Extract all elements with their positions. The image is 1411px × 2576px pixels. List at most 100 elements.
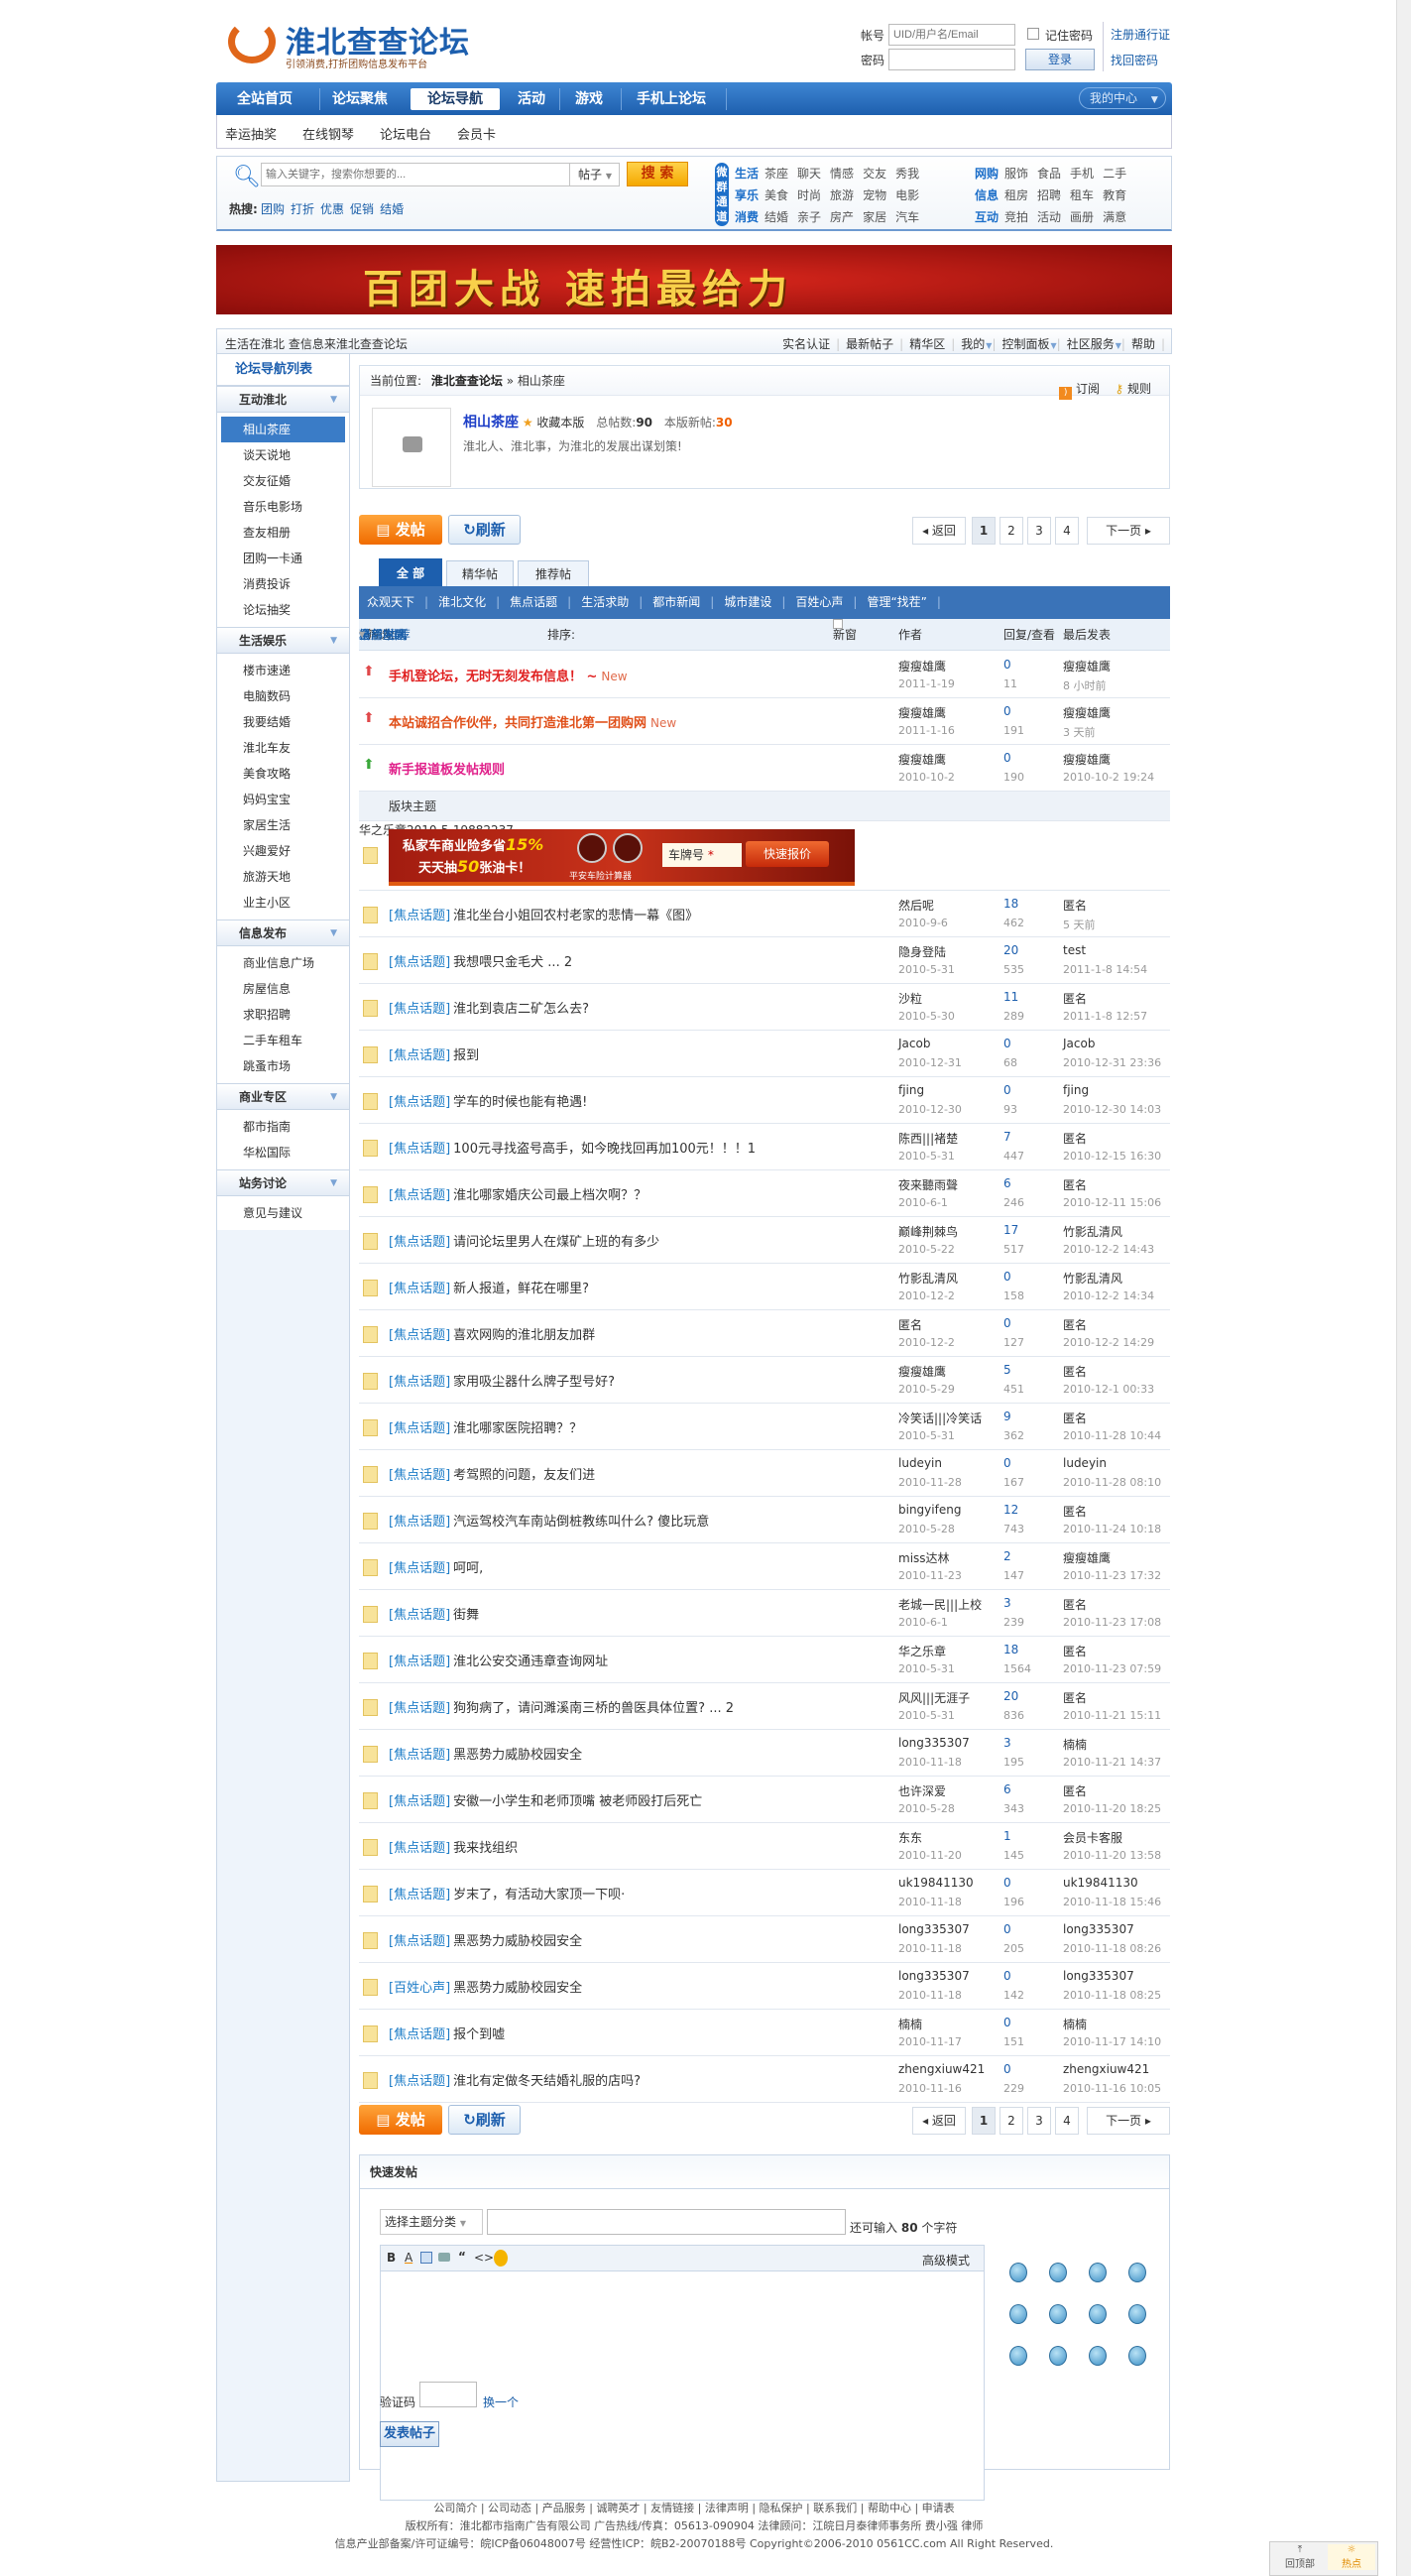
subnav-lottery[interactable]: 幸运抽奖 <box>225 124 277 143</box>
author[interactable]: Jacob <box>898 1037 930 1050</box>
last-poster[interactable]: 匿名 <box>1063 1176 1087 1193</box>
thread-title-link[interactable]: 我来找组织 <box>453 1841 518 1856</box>
sidebar-item[interactable]: 团购一卡通 <box>221 546 345 571</box>
tab-recommended[interactable]: 推荐帖 <box>518 560 589 586</box>
sidebar-item[interactable]: 兴趣爱好 <box>221 838 345 864</box>
info-link[interactable]: 控制面板 <box>1002 337 1050 351</box>
search-button[interactable]: 搜 索 <box>627 162 688 186</box>
category-select[interactable]: 选择主题分类 ▼ <box>380 2209 483 2235</box>
footer-link[interactable]: 产品服务 <box>542 2502 586 2515</box>
last-poster[interactable]: 匿名 <box>1063 1643 1087 1659</box>
submit-post-button[interactable]: 发表帖子 <box>380 2421 439 2447</box>
channel-link[interactable]: 家居 <box>863 210 886 224</box>
sidebar-item[interactable]: 我要结婚 <box>221 709 345 735</box>
last-poster[interactable]: 匿名 <box>1063 1782 1087 1799</box>
last-poster[interactable]: 匿名 <box>1063 1316 1087 1333</box>
smiley-icon[interactable] <box>1049 2304 1067 2324</box>
channel-link[interactable]: 满意 <box>1103 210 1126 224</box>
footer-link[interactable]: 申请表 <box>922 2502 955 2515</box>
channel-head[interactable]: 消费 <box>735 210 759 224</box>
thread-category-tag[interactable]: [焦点话题] <box>389 1095 450 1110</box>
last-poster[interactable]: 瘦瘦雄鹰 <box>1063 1549 1111 1566</box>
subnav-radio[interactable]: 论坛电台 <box>380 124 431 143</box>
last-poster[interactable]: 匿名 <box>1063 1130 1087 1147</box>
author[interactable]: 瘦瘦雄鹰 <box>898 751 946 768</box>
channel-link[interactable]: 竞拍 <box>1004 210 1028 224</box>
thread-category-tag[interactable]: [焦点话题] <box>389 2027 450 2042</box>
thread-title-link[interactable]: 淮北坐台小姐回农村老家的悲情一幕《图》 <box>453 909 698 923</box>
hot-search-link[interactable]: 结婚 <box>380 202 404 216</box>
author[interactable]: uk19841130 <box>898 1876 974 1890</box>
rules-link[interactable]: ⚷ 规则 <box>1115 374 1151 404</box>
thread-title-link[interactable]: 呵呵, <box>453 1561 483 1576</box>
smiley-icon[interactable] <box>1009 2346 1027 2366</box>
sidebar-item[interactable]: 查友相册 <box>221 520 345 546</box>
thread-category-tag[interactable]: [焦点话题] <box>389 1048 450 1063</box>
channel-head[interactable]: 享乐 <box>735 188 759 202</box>
last-poster[interactable]: 楠楠 <box>1063 2016 1087 2032</box>
channel-link[interactable]: 招聘 <box>1037 188 1061 202</box>
last-poster[interactable]: fjing <box>1063 1083 1089 1097</box>
author[interactable]: 夜来聽雨聲 <box>898 1176 958 1193</box>
author[interactable]: 沙粒 <box>898 990 922 1007</box>
captcha-input[interactable] <box>419 2382 477 2407</box>
thread-category-tag[interactable]: [焦点话题] <box>389 1608 450 1623</box>
thread-title-link[interactable]: 新人报道，鲜花在哪里? <box>453 1282 589 1296</box>
thread-title-link[interactable]: 淮北有定做冬天结婚礼服的店吗? <box>453 2074 641 2089</box>
nav-forum-guide[interactable]: 论坛导航 <box>411 88 500 110</box>
last-poster[interactable]: 匿名 <box>1063 1503 1087 1520</box>
channel-link[interactable]: 聊天 <box>797 167 821 181</box>
channel-link[interactable]: 食品 <box>1037 167 1061 181</box>
nav-home[interactable]: 全站首页 <box>230 88 299 110</box>
author[interactable]: 匿名 <box>898 1316 922 1333</box>
sidebar-item[interactable]: 论坛抽奖 <box>221 597 345 623</box>
author[interactable]: fjing <box>898 1083 924 1097</box>
pager-page[interactable]: 2 <box>999 2107 1023 2135</box>
smiley-icon[interactable] <box>1089 2346 1107 2366</box>
category-link[interactable]: 百姓心声 <box>795 595 843 609</box>
author[interactable]: 风风|||无涯子 <box>898 1689 970 1706</box>
smiley-icon[interactable] <box>1049 2346 1067 2366</box>
author[interactable]: 陈西|||褚楚 <box>898 1130 958 1147</box>
thread-category-tag[interactable]: [焦点话题] <box>389 1561 450 1576</box>
post-button[interactable]: ▤ 发帖 <box>359 515 442 545</box>
tab-digest[interactable]: 精华帖 <box>446 560 514 586</box>
channel-link[interactable]: 租房 <box>1004 188 1028 202</box>
channel-link[interactable]: 画册 <box>1070 210 1094 224</box>
thread-category-tag[interactable]: [焦点话题] <box>389 1655 450 1669</box>
sidebar-item[interactable]: 业主小区 <box>221 890 345 916</box>
footer-link[interactable]: 公司简介 <box>433 2502 477 2515</box>
channel-link[interactable]: 时尚 <box>797 188 821 202</box>
sidebar-item[interactable]: 求职招聘 <box>221 1002 345 1028</box>
channel-head[interactable]: 互动 <box>975 210 999 224</box>
last-poster[interactable]: Jacob <box>1063 1037 1095 1050</box>
thread-category-tag[interactable]: [焦点话题] <box>389 1375 450 1390</box>
smiley-icon[interactable] <box>1049 2263 1067 2282</box>
channel-link[interactable]: 活动 <box>1037 210 1061 224</box>
thread-category-tag[interactable]: [焦点话题] <box>389 909 450 923</box>
category-link[interactable]: 生活求助 <box>581 595 629 609</box>
sidebar-item[interactable]: 二手车租车 <box>221 1028 345 1053</box>
post-button-bottom[interactable]: ▤ 发帖 <box>359 2105 442 2135</box>
category-link[interactable]: 管理“找茬” <box>867 595 926 609</box>
smiley-icon[interactable] <box>1009 2304 1027 2324</box>
promo-banner[interactable]: 百团大战 速拍最给力 <box>216 245 1172 314</box>
author[interactable]: 瘦瘦雄鹰 <box>898 658 946 675</box>
author[interactable]: 老城一民|||上校 <box>898 1596 982 1613</box>
thread-title-link[interactable]: 安徽一小学生和老师顶嘴 被老师殴打后死亡 <box>453 1794 702 1809</box>
thread-title-link[interactable]: 手机登论坛，无时无刻发布信息！ ~ New <box>389 666 628 684</box>
account-input[interactable] <box>888 24 1015 46</box>
insurance-ad[interactable]: 私家车商业险多省15% 天天抽50张油卡！ 平安车险计算器 车牌号 * 快速报价 <box>389 829 855 886</box>
thread-title-link[interactable]: 我想喂只金毛犬 <box>453 955 543 970</box>
author[interactable]: ludeyin <box>898 1456 942 1470</box>
thread-title-link[interactable]: 黑恶势力威胁校园安全 <box>453 1748 582 1763</box>
author[interactable]: miss达林 <box>898 1549 950 1566</box>
quote-icon[interactable]: “ <box>458 2250 466 2264</box>
thread-title-link[interactable]: 100元寻找盗号高手，如今晚找回再加100元！！！1 <box>453 1142 756 1157</box>
sidebar-item[interactable]: 电脑数码 <box>221 683 345 709</box>
pager-next[interactable]: 下一页 ▸ <box>1087 2107 1170 2135</box>
category-link[interactable]: 焦点话题 <box>510 595 557 609</box>
last-poster[interactable]: 楠楠 <box>1063 1736 1087 1753</box>
tab-all[interactable]: 全 部 <box>379 558 442 586</box>
recover-password-link[interactable]: 找回密码 <box>1111 52 1158 68</box>
